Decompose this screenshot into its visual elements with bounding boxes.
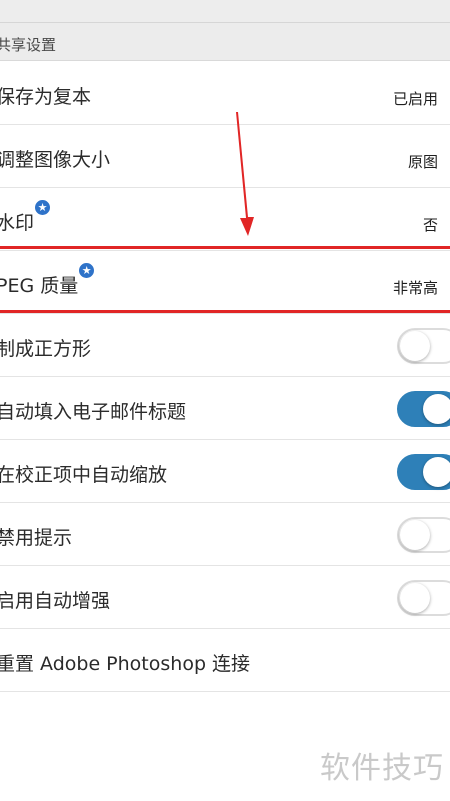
row-auto-zoom-correction: 在校正项中自动缩放 [0,440,450,503]
toggle-knob [423,394,450,424]
star-badge-icon: ★ [35,200,51,215]
row-make-square: 制成正方形 [0,314,450,377]
watermark-overlay: 软件技巧 [320,751,444,786]
reset-photoshop-label: 重置 Adobe Photoshop 连接 [0,653,251,675]
section-header-share-settings: 共享设置 [0,23,450,61]
save-as-copy-label: 保存为复本 [0,86,92,108]
auto-enhance-label: 启用自动增强 [0,590,111,612]
highlight-top-line [0,246,450,249]
disable-tips-label: 禁用提示 [0,527,73,549]
section-header-label: 共享设置 [0,36,57,54]
toggle-knob [400,520,430,550]
watermark-label: 水印 [0,212,35,234]
make-square-toggle[interactable] [397,328,450,364]
auto-enhance-toggle[interactable] [397,580,450,616]
row-reset-photoshop-connection[interactable]: 重置 Adobe Photoshop 连接 [0,629,450,692]
save-as-copy-value: 已启用 [392,90,438,108]
auto-email-subject-toggle[interactable] [397,391,450,427]
row-disable-tips: 禁用提示 [0,503,450,566]
toggle-knob [423,457,450,487]
row-auto-enhance: 启用自动增强 [0,566,450,629]
auto-zoom-correction-label: 在校正项中自动缩放 [0,464,168,486]
auto-email-subject-label: 自动填入电子邮件标题 [0,401,187,423]
watermark-label-wrap: 水印★ [0,200,51,235]
top-bar-remnant [0,0,450,23]
disable-tips-toggle[interactable] [397,517,450,553]
row-jpeg-quality[interactable]: PEG 质量★ 非常高 [0,251,450,314]
row-save-as-copy[interactable]: 保存为复本 已启用 [0,62,450,125]
make-square-label: 制成正方形 [0,338,92,360]
row-auto-email-subject: 自动填入电子邮件标题 [0,377,450,440]
jpeg-quality-value: 非常高 [392,279,438,297]
watermark-value: 否 [422,216,438,234]
highlight-bottom-line [0,310,450,313]
resize-image-label: 调整图像大小 [0,149,111,171]
toggle-knob [400,583,430,613]
row-watermark[interactable]: 水印★ 否 [0,188,450,251]
toggle-knob [400,331,430,361]
auto-zoom-correction-toggle[interactable] [397,454,450,490]
jpeg-quality-label-wrap: PEG 质量★ [0,263,95,298]
jpeg-quality-label: PEG 质量 [0,275,79,297]
row-resize-image[interactable]: 调整图像大小 原图 [0,125,450,188]
resize-image-value: 原图 [407,153,438,171]
star-badge-icon: ★ [79,263,95,278]
